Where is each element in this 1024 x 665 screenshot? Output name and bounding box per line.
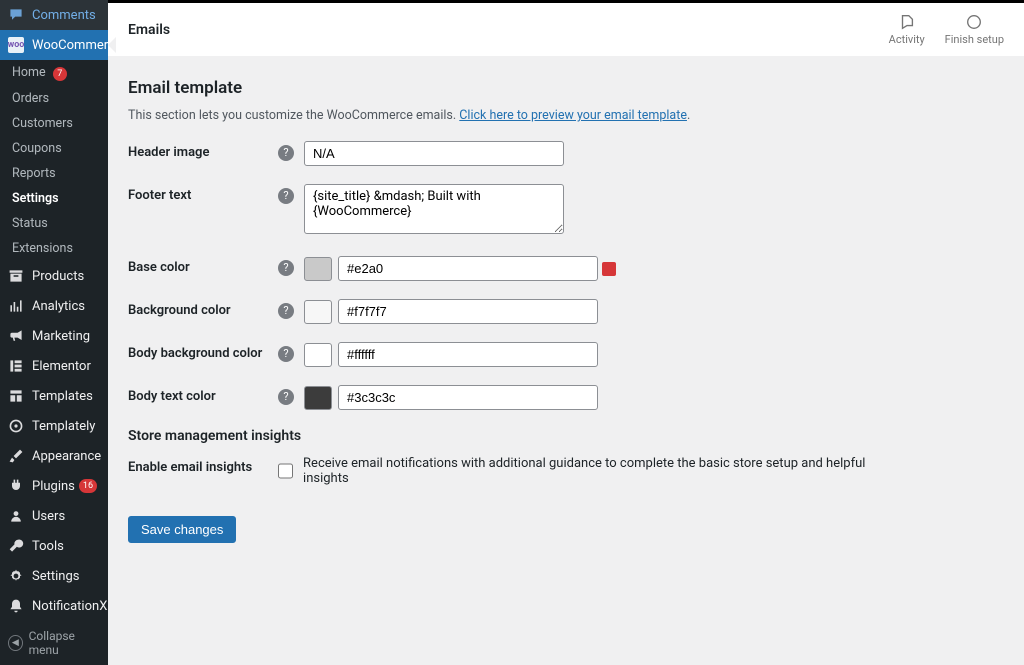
body-bg-label: Body background color (128, 342, 278, 361)
bell-icon (8, 598, 24, 614)
bg-color-label: Background color (128, 299, 278, 318)
preview-link[interactable]: Click here to preview your email templat… (459, 108, 687, 123)
base-color-input[interactable] (338, 256, 598, 281)
sidebar-sub-coupons[interactable]: Coupons (0, 136, 108, 161)
sidebar-sub-settings[interactable]: Settings (0, 186, 108, 211)
footer-text-input[interactable] (304, 184, 564, 234)
sidebar-sub-reports[interactable]: Reports (0, 161, 108, 186)
bg-color-input[interactable] (338, 299, 598, 324)
help-icon[interactable]: ? (278, 260, 294, 276)
header-image-label: Header image (128, 141, 278, 160)
comment-icon (8, 7, 24, 23)
body-text-input[interactable] (338, 385, 598, 410)
wrench-icon (8, 538, 24, 554)
chart-icon (8, 298, 24, 314)
body-bg-swatch[interactable] (304, 343, 332, 367)
activity-icon (898, 13, 916, 31)
update-badge: 16 (79, 479, 97, 493)
woocommerce-icon: woo (8, 37, 24, 53)
save-button[interactable]: Save changes (128, 516, 236, 543)
sidebar-item-settings[interactable]: Settings (0, 561, 108, 591)
sidebar-item-notificationx[interactable]: NotificationX (0, 591, 108, 621)
sidebar-item-comments[interactable]: Comments (0, 0, 108, 30)
gear-icon (8, 568, 24, 584)
sidebar-item-templately[interactable]: Templately (0, 411, 108, 441)
activity-button[interactable]: Activity (889, 13, 925, 46)
layout-icon (8, 388, 24, 404)
elementor-icon (8, 358, 24, 374)
sidebar-item-analytics[interactable]: Analytics (0, 291, 108, 321)
plug-icon (8, 478, 24, 494)
sidebar-item-templates[interactable]: Templates (0, 381, 108, 411)
sidebar-label: WooCommerce (32, 38, 122, 53)
page-title: Emails (128, 22, 170, 38)
sidebar-item-products[interactable]: Products (0, 261, 108, 291)
sidebar-sub-orders[interactable]: Orders (0, 86, 108, 111)
users-icon (8, 508, 24, 524)
body-text-swatch[interactable] (304, 386, 332, 410)
bg-color-swatch[interactable] (304, 300, 332, 324)
circle-icon (965, 13, 983, 31)
sidebar-item-plugins[interactable]: Plugins 16 (0, 471, 108, 501)
sidebar-label: Comments (32, 8, 96, 23)
templately-icon (8, 418, 24, 434)
enable-insights-checkbox[interactable] (278, 463, 293, 479)
sidebar-sub-extensions[interactable]: Extensions (0, 236, 108, 261)
sidebar-item-elementor[interactable]: Elementor (0, 351, 108, 381)
sidebar-item-users[interactable]: Users (0, 501, 108, 531)
sidebar-item-woocommerce[interactable]: woo WooCommerce (0, 30, 108, 60)
sidebar-sub-customers[interactable]: Customers (0, 111, 108, 136)
enable-insights-label: Enable email insights (128, 456, 278, 475)
admin-sidebar: Comments woo WooCommerce Home 7 Orders C… (0, 0, 108, 665)
sidebar-item-tools[interactable]: Tools (0, 531, 108, 561)
brush-icon (8, 448, 24, 464)
content: Email template This section lets you cus… (108, 56, 1024, 563)
help-icon[interactable]: ? (278, 346, 294, 362)
body-bg-input[interactable] (338, 342, 598, 367)
archive-icon (8, 268, 24, 284)
footer-text-label: Footer text (128, 184, 278, 203)
base-color-swatch[interactable] (304, 257, 332, 281)
help-icon[interactable]: ? (278, 303, 294, 319)
help-icon[interactable]: ? (278, 389, 294, 405)
megaphone-icon (8, 328, 24, 344)
color-picker-indicator (602, 262, 616, 276)
enable-insights-desc: Receive email notifications with additio… (303, 456, 878, 486)
section-description: This section lets you customize the WooC… (128, 108, 1004, 123)
sidebar-item-appearance[interactable]: Appearance (0, 441, 108, 471)
body-text-color-label: Body text color (128, 385, 278, 404)
update-badge: 7 (53, 67, 67, 81)
collapse-icon: ◀ (8, 635, 23, 651)
insights-heading: Store management insights (128, 428, 1004, 444)
topbar: Emails Activity Finish setup (108, 0, 1024, 56)
base-color-label: Base color (128, 256, 278, 275)
sidebar-sub-home[interactable]: Home 7 (0, 60, 108, 86)
help-icon[interactable]: ? (278, 188, 294, 204)
finish-setup-button[interactable]: Finish setup (945, 13, 1004, 46)
section-heading: Email template (128, 78, 1004, 98)
help-icon[interactable]: ? (278, 145, 294, 161)
collapse-menu[interactable]: ◀ Collapse menu (0, 621, 108, 665)
header-image-input[interactable] (304, 141, 564, 166)
sidebar-sub-status[interactable]: Status (0, 211, 108, 236)
sidebar-item-marketing[interactable]: Marketing (0, 321, 108, 351)
